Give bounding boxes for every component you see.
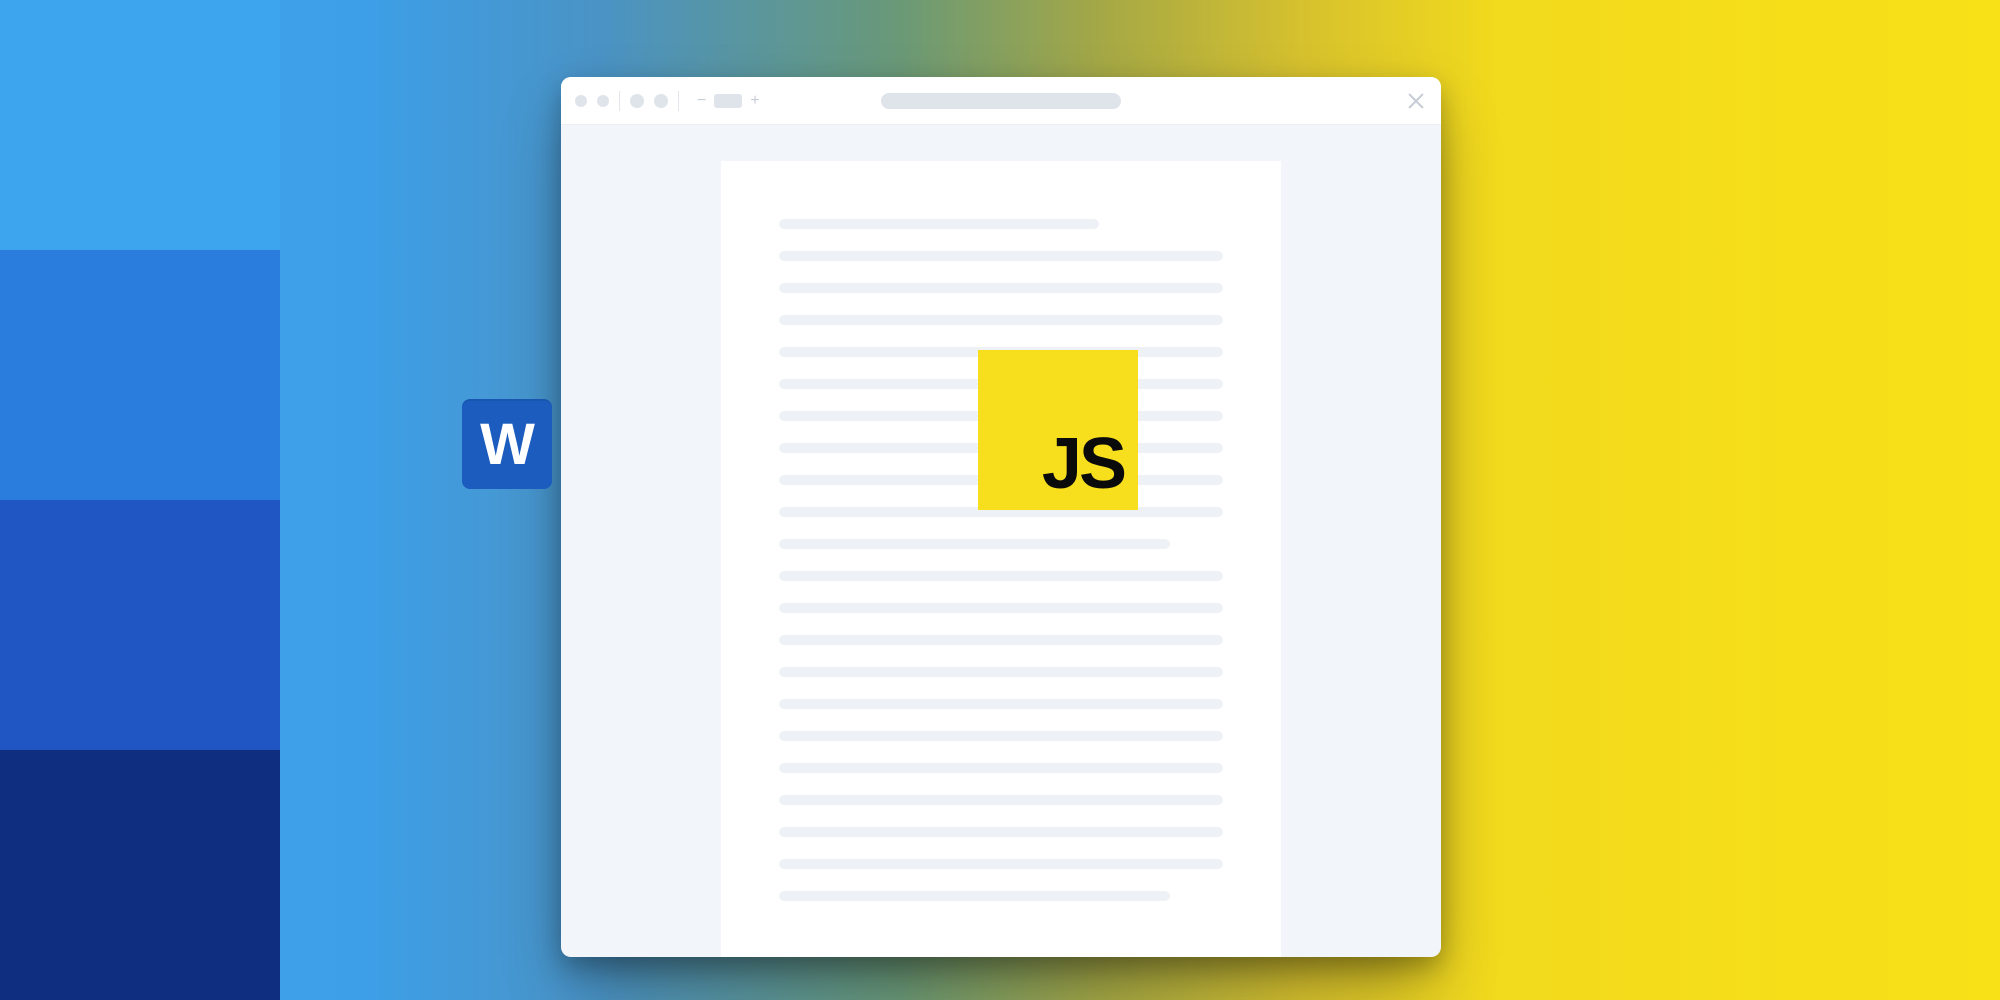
text-placeholder-line <box>779 219 1099 229</box>
text-placeholder-line <box>779 603 1223 613</box>
titlebar-separator <box>619 91 620 111</box>
text-placeholder-line <box>779 635 1223 645</box>
js-logo-letters: JS <box>1042 428 1124 500</box>
zoom-plus-icon[interactable]: + <box>750 92 759 110</box>
javascript-icon: JS <box>978 350 1138 510</box>
document-viewport <box>561 125 1441 957</box>
text-placeholder-line <box>779 539 1170 549</box>
text-placeholder-line <box>779 315 1223 325</box>
document-page <box>721 161 1281 957</box>
zoom-minus-icon[interactable]: − <box>697 92 706 110</box>
traffic-dot[interactable] <box>575 95 587 107</box>
text-placeholder-line <box>779 699 1223 709</box>
nav-back-icon[interactable] <box>630 94 644 108</box>
nav-dots <box>630 94 668 108</box>
titlebar-separator <box>678 91 679 111</box>
text-placeholder-line <box>779 859 1223 869</box>
stripe-2 <box>0 250 280 500</box>
stripe-3 <box>0 500 280 750</box>
text-placeholder-line <box>779 731 1223 741</box>
browser-window: − + <box>561 77 1441 957</box>
text-placeholder-line <box>779 251 1223 261</box>
nav-forward-icon[interactable] <box>654 94 668 108</box>
close-icon[interactable] <box>1407 92 1425 110</box>
text-placeholder-line <box>779 667 1223 677</box>
blue-stripe-stack <box>0 0 280 1000</box>
word-logo-letter: W <box>480 411 534 478</box>
window-titlebar: − + <box>561 77 1441 125</box>
address-bar-placeholder[interactable] <box>881 93 1121 109</box>
zoom-controls: − + <box>697 92 760 110</box>
text-placeholder-line <box>779 827 1223 837</box>
microsoft-word-icon: W <box>462 399 552 489</box>
stripe-1 <box>0 0 280 250</box>
text-placeholder-line <box>779 795 1223 805</box>
text-placeholder-line <box>779 763 1223 773</box>
text-placeholder-line <box>779 283 1223 293</box>
text-placeholder-line <box>779 891 1170 901</box>
stripe-4 <box>0 750 280 1000</box>
traffic-dot[interactable] <box>597 95 609 107</box>
text-placeholder-line <box>779 571 1223 581</box>
traffic-light-dots <box>575 95 609 107</box>
zoom-level-bar <box>714 94 742 108</box>
